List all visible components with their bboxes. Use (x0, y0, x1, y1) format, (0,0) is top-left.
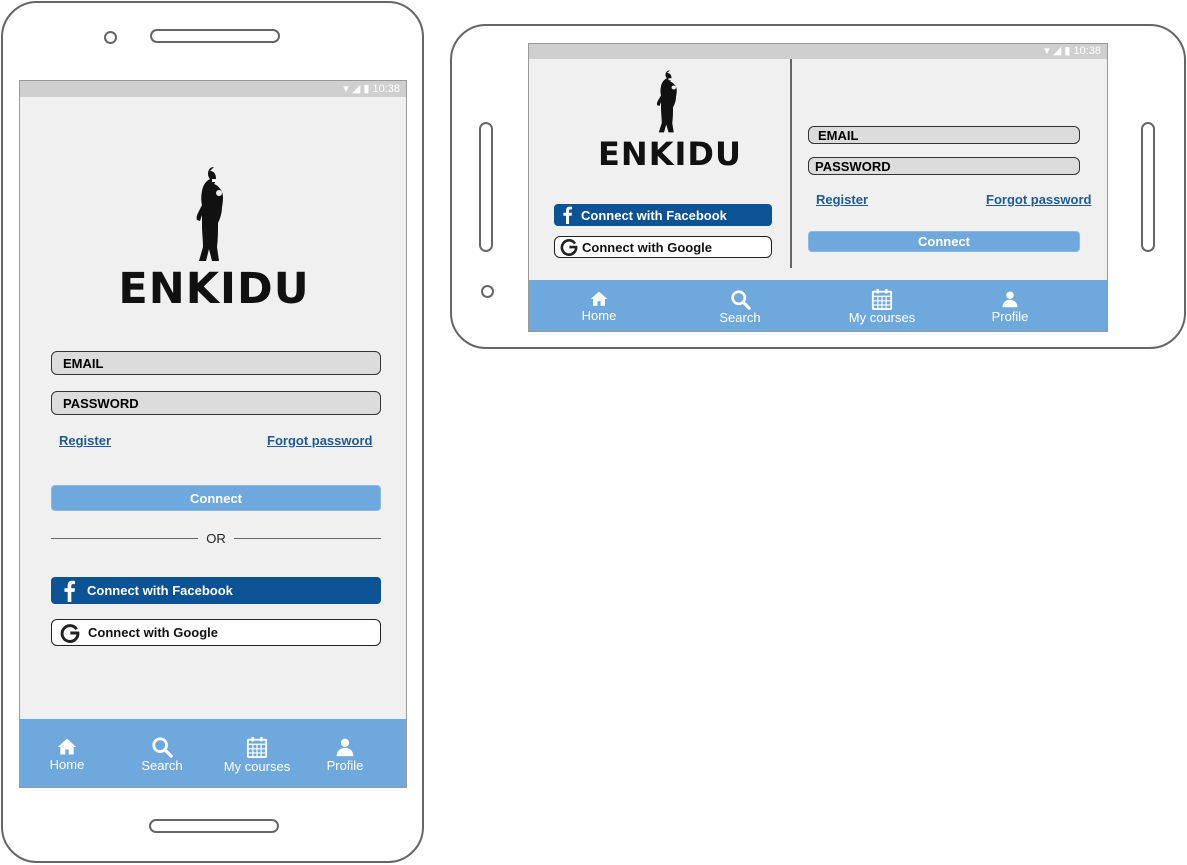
nav-label-search: Search (141, 757, 183, 773)
google-connect-button[interactable]: Connect with Google (554, 236, 772, 258)
portrait-screen: ▾ ◢ ▮ 10:38 ENKIDU EMAIL PASSWORD Regist… (19, 80, 407, 788)
connect-button[interactable]: Connect (808, 231, 1080, 252)
or-line-right (233, 537, 381, 539)
bottom-nav-bar: Home Search My courses Profile (20, 719, 406, 787)
left-speaker (479, 122, 493, 252)
nav-item-home[interactable]: Home (40, 719, 94, 787)
battery-icon: ▮ (1064, 45, 1071, 57)
nav-item-profile[interactable]: Profile (317, 719, 373, 787)
google-connect-label: Connect with Google (88, 625, 218, 640)
status-bar: ▾ ◢ ▮ 10:38 (20, 81, 406, 97)
signal-icon: ◢ (1052, 45, 1062, 57)
google-icon (555, 238, 582, 256)
nav-item-my-courses[interactable]: My courses (840, 280, 924, 331)
nav-label-my-courses: My courses (223, 758, 291, 774)
nav-item-search[interactable]: Search (712, 280, 768, 331)
home-icon (56, 737, 78, 757)
wifi-icon: ▾ (343, 83, 349, 95)
nav-item-home[interactable]: Home (572, 280, 626, 331)
facebook-connect-label: Connect with Facebook (581, 207, 727, 223)
forgot-password-link[interactable]: Forgot password (986, 192, 1091, 207)
search-icon (730, 289, 751, 310)
nav-item-profile[interactable]: Profile (982, 280, 1038, 331)
calendar-icon (871, 288, 893, 310)
or-text: OR (206, 530, 226, 546)
wifi-icon: ▾ (1044, 45, 1050, 57)
nav-item-search[interactable]: Search (134, 719, 190, 787)
app-logo-title: ENKIDU (598, 135, 742, 173)
or-separator: OR (51, 530, 381, 546)
or-line-left (51, 537, 199, 539)
status-bar: ▾ ◢ ▮ 10:38 (529, 44, 1107, 59)
connect-button[interactable]: Connect (51, 485, 381, 511)
landscape-screen: ▾ ◢ ▮ 10:38 ENKIDU Connect with Facebook… (528, 43, 1108, 332)
nav-label-profile: Profile (991, 309, 1029, 324)
enkidu-statue-logo (655, 69, 685, 135)
bottom-nav-bar: Home Search My courses Profile (529, 280, 1107, 331)
landscape-device-frame: ▾ ◢ ▮ 10:38 ENKIDU Connect with Facebook… (450, 24, 1186, 349)
google-connect-label: Connect with Google (582, 239, 712, 255)
right-home-button[interactable] (1141, 122, 1155, 252)
facebook-connect-button[interactable]: Connect with Facebook (51, 577, 381, 604)
nav-label-home: Home (49, 756, 85, 772)
facebook-connect-button[interactable]: Connect with Facebook (554, 204, 772, 226)
facebook-icon (554, 206, 581, 224)
signal-icon: ◢ (351, 83, 361, 95)
app-logo-title: ENKIDU (118, 264, 310, 314)
top-speaker (150, 29, 280, 43)
user-icon (335, 736, 355, 758)
password-field[interactable]: PASSWORD (808, 157, 1080, 175)
front-camera (104, 31, 117, 44)
google-icon (52, 623, 88, 643)
battery-icon: ▮ (363, 83, 370, 95)
nav-label-home: Home (581, 308, 617, 323)
nav-label-search: Search (719, 309, 761, 325)
register-link[interactable]: Register (59, 433, 111, 448)
email-field[interactable]: EMAIL (808, 126, 1080, 144)
facebook-icon (51, 580, 87, 602)
password-field[interactable]: PASSWORD (51, 391, 381, 415)
nav-label-profile: Profile (326, 757, 364, 773)
user-icon (1001, 289, 1019, 309)
home-icon (588, 290, 610, 308)
status-time: 10:38 (1073, 45, 1101, 57)
status-time: 10:38 (372, 83, 400, 95)
nav-label-my-courses: My courses (848, 310, 916, 325)
google-connect-button[interactable]: Connect with Google (51, 619, 381, 646)
email-field[interactable]: EMAIL (51, 351, 381, 375)
front-camera (481, 285, 494, 298)
forgot-password-link[interactable]: Forgot password (267, 433, 372, 448)
calendar-icon (246, 735, 268, 759)
bottom-home-button[interactable] (149, 819, 279, 833)
nav-item-my-courses[interactable]: My courses (217, 719, 297, 787)
register-link[interactable]: Register (816, 192, 868, 207)
search-icon (151, 736, 173, 758)
pane-divider (790, 59, 792, 268)
enkidu-statue-logo (194, 165, 234, 265)
facebook-connect-label: Connect with Facebook (87, 583, 233, 598)
portrait-device-frame: ▾ ◢ ▮ 10:38 ENKIDU EMAIL PASSWORD Regist… (1, 1, 424, 863)
